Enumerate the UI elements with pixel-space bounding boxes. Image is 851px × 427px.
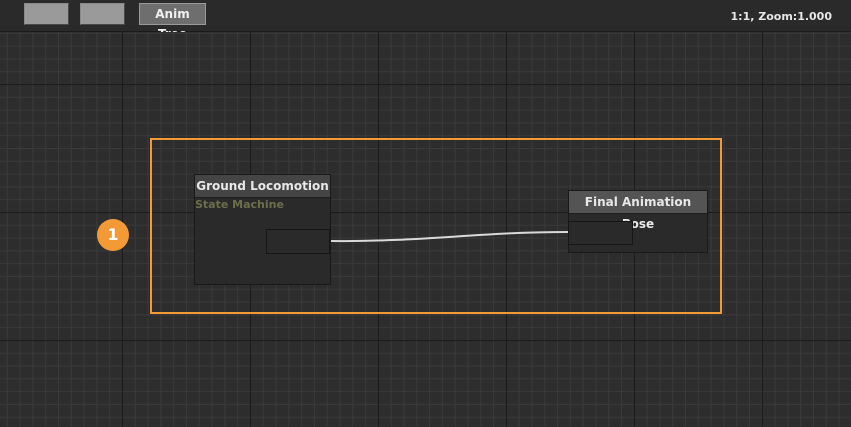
highlight-frame — [150, 138, 722, 314]
anim-tree-button[interactable]: Anim Tree — [139, 3, 206, 41]
toolbar: Anim Tree 1:1, Zoom:1.000 — [0, 0, 851, 41]
zoom-status: 1:1, Zoom:1.000 — [730, 10, 832, 23]
forward-button[interactable] — [80, 3, 125, 25]
callout-badge: 1 — [97, 219, 129, 251]
back-button[interactable] — [24, 3, 69, 25]
